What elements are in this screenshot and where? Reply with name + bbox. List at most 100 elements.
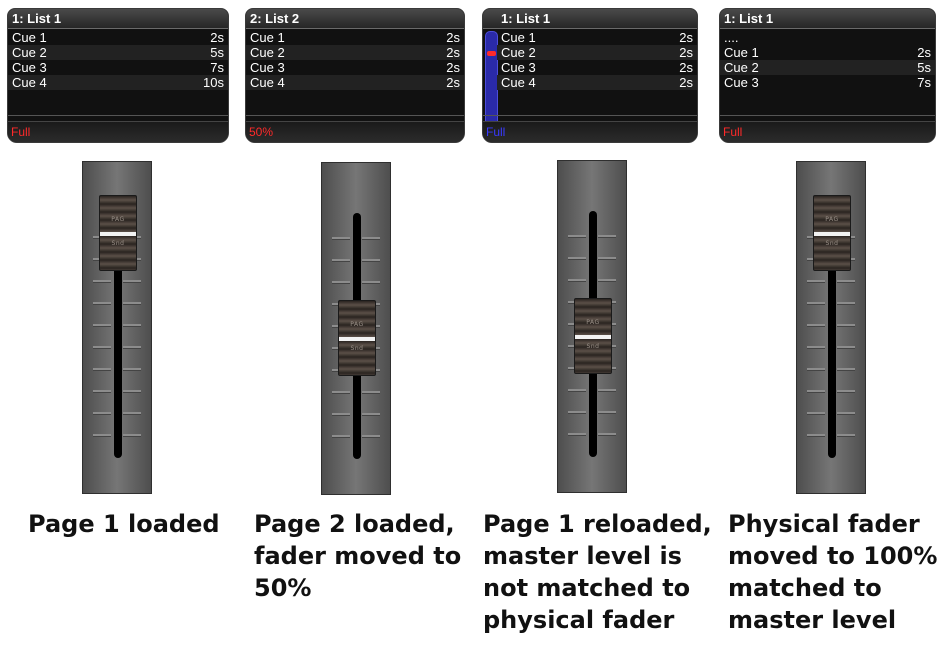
cue-rows: Cue 1 2s Cue 2 2s Cue 3 2s Cue 4 2s [497, 30, 697, 90]
cue-list-panel[interactable]: 1: List 1 .... Cue 1 2s Cue 2 5s Cue 3 7s F… [719, 8, 936, 143]
caption-line: moved to 100% [728, 542, 938, 570]
caption-line: physical fader [483, 606, 675, 634]
cue-time: 2s [446, 30, 460, 45]
caption: Page 2 loaded, fader moved to 50% [254, 508, 461, 604]
cap-label-top: PAG [111, 216, 125, 223]
caption-line: Page 2 loaded, [254, 510, 455, 538]
cue-name: Cue 2 [724, 60, 759, 75]
cue-name: .... [724, 30, 739, 45]
physical-fader: PAG Snd [796, 161, 866, 494]
cue-name: Cue 2 [12, 45, 47, 60]
cue-time: 7s [210, 60, 224, 75]
cue-list-title: 1: List 1 [8, 9, 228, 29]
master-level-text: 50% [246, 121, 464, 142]
cue-row[interactable]: Cue 2 2s [246, 45, 464, 60]
cue-time: 2s [210, 30, 224, 45]
cue-time: 2s [446, 75, 460, 90]
cue-row[interactable]: Cue 4 2s [497, 75, 697, 90]
caption-line: matched to [728, 574, 882, 602]
cue-rows: Cue 1 2s Cue 2 5s Cue 3 7s Cue 4 10s [8, 30, 228, 90]
cue-time: 2s [446, 45, 460, 60]
master-level-text: Full [720, 121, 935, 142]
cue-name: Cue 3 [724, 75, 759, 90]
cue-row[interactable]: Cue 3 7s [8, 60, 228, 75]
caption-line: Page 1 loaded [28, 510, 220, 538]
cue-name: Cue 2 [501, 45, 536, 60]
cue-name: Cue 4 [501, 75, 536, 90]
caption-line: master level [728, 606, 897, 634]
caption-line: not matched to [483, 574, 691, 602]
cap-indicator-line [100, 232, 136, 236]
cue-row[interactable]: Cue 1 2s [720, 45, 935, 60]
cue-row[interactable]: Cue 1 2s [246, 30, 464, 45]
cap-label-bottom: Snd [111, 240, 125, 247]
cap-label-top: PAG [586, 319, 600, 326]
cue-name: Cue 1 [250, 30, 285, 45]
cue-row[interactable]: Cue 2 5s [720, 60, 935, 75]
cue-row[interactable]: Cue 2 5s [8, 45, 228, 60]
cue-time: 2s [679, 75, 693, 90]
cue-list-panel[interactable]: 2: List 2 Cue 1 2s Cue 2 2s Cue 3 2s Cue 4 2… [245, 8, 465, 143]
divider [720, 115, 935, 116]
cue-list-panel[interactable]: 1: List 1 Cue 1 2s Cue 2 5s Cue 3 7s Cue 4 1… [7, 8, 229, 143]
cue-row[interactable]: Cue 4 2s [246, 75, 464, 90]
cue-row[interactable]: Cue 1 2s [497, 30, 697, 45]
fader-knob[interactable]: PAG Snd [813, 195, 851, 271]
cue-name: Cue 2 [250, 45, 285, 60]
cap-indicator-line [339, 337, 375, 341]
cue-time: 2s [446, 60, 460, 75]
fader-knob[interactable]: PAG Snd [574, 298, 612, 374]
caption-line: fader moved to [254, 542, 462, 570]
cue-row[interactable]: Cue 3 2s [497, 60, 697, 75]
cue-time: 2s [679, 45, 693, 60]
cue-name: Cue 1 [501, 30, 536, 45]
caption: Page 1 reloaded, master level is not mat… [483, 508, 712, 636]
cue-time: 7s [917, 75, 931, 90]
master-level-text: Full [483, 121, 697, 142]
cap-label-bottom: Snd [350, 345, 364, 352]
cue-name: Cue 4 [12, 75, 47, 90]
playback-position-marker [487, 51, 496, 56]
divider [8, 115, 228, 116]
fader-knob[interactable]: PAG Snd [338, 300, 376, 376]
caption-line: 50% [254, 574, 312, 602]
physical-fader: PAG Snd [321, 162, 391, 495]
cue-row[interactable]: Cue 4 10s [8, 75, 228, 90]
cue-list-panel[interactable]: 1: List 1 Cue 1 2s Cue 2 2s Cue 3 2s Cue 4 2… [482, 8, 698, 143]
divider [483, 115, 697, 116]
caption-line: Page 1 reloaded, [483, 510, 712, 538]
cue-row[interactable]: Cue 2 2s [497, 45, 697, 60]
cue-row[interactable]: Cue 3 2s [246, 60, 464, 75]
caption: Page 1 loaded [28, 508, 220, 540]
cue-list-title: 2: List 2 [246, 9, 464, 29]
cue-row[interactable]: Cue 3 7s [720, 75, 935, 90]
cue-name: Cue 1 [12, 30, 47, 45]
caption-line: Physical fader [728, 510, 920, 538]
cap-label-bottom: Snd [586, 343, 600, 350]
cue-rows: .... Cue 1 2s Cue 2 5s Cue 3 7s [720, 30, 935, 90]
cap-label-top: PAG [350, 321, 364, 328]
cue-name: Cue 3 [12, 60, 47, 75]
cue-time: 2s [679, 60, 693, 75]
cap-label-top: PAG [825, 216, 839, 223]
cue-row[interactable]: .... [720, 30, 935, 45]
cue-time: 2s [917, 45, 931, 60]
physical-fader: PAG Snd [82, 161, 152, 494]
cue-name: Cue 3 [501, 60, 536, 75]
master-level-text: Full [8, 121, 228, 142]
fader-knob[interactable]: PAG Snd [99, 195, 137, 271]
cap-indicator-line [575, 335, 611, 339]
caption: Physical fader moved to 100% matched to … [728, 508, 937, 636]
cue-time: 2s [679, 30, 693, 45]
cap-indicator-line [814, 232, 850, 236]
cue-list-title: 1: List 1 [720, 9, 935, 29]
cue-time: 10s [203, 75, 224, 90]
cue-time: 5s [210, 45, 224, 60]
cue-row[interactable]: Cue 1 2s [8, 30, 228, 45]
cue-name: Cue 1 [724, 45, 759, 60]
cue-time: 5s [917, 60, 931, 75]
physical-fader: PAG Snd [557, 160, 627, 493]
cue-rows: Cue 1 2s Cue 2 2s Cue 3 2s Cue 4 2s [246, 30, 464, 90]
divider [246, 115, 464, 116]
cue-name: Cue 3 [250, 60, 285, 75]
